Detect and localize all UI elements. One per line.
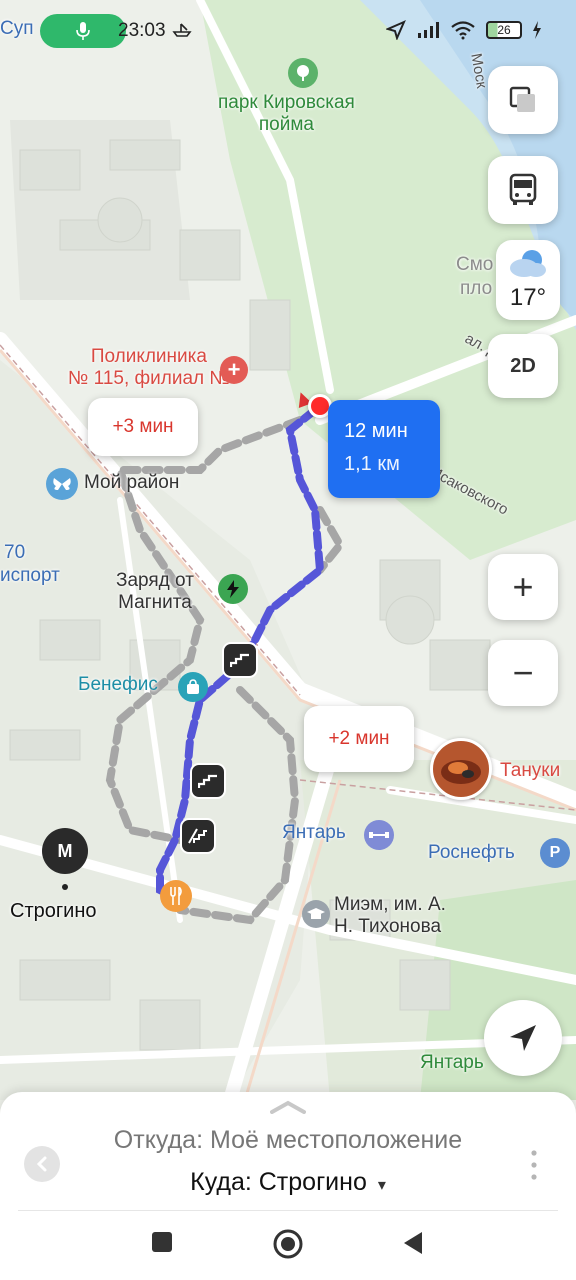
shopping-bag-icon	[178, 672, 208, 702]
route-time: 12 мин	[344, 420, 408, 442]
miem-label: Миэм, им. А. Н. Тихонова	[334, 894, 446, 937]
dumbbell-icon	[364, 820, 394, 850]
alt-route-bubble-1[interactable]: +3 мин	[88, 398, 198, 456]
zoom-out-button[interactable]: −	[488, 640, 558, 706]
more-options-icon[interactable]	[528, 1148, 540, 1182]
view-mode-button[interactable]: 2D	[488, 334, 558, 398]
stairs-icon	[190, 763, 226, 799]
sport-label: испорт	[0, 565, 60, 586]
from-field[interactable]: Откуда: Моё местоположение	[0, 1126, 576, 1155]
back-nav-button[interactable]	[400, 1230, 426, 1256]
weather-temperature: 17°	[509, 284, 547, 311]
status-time: 23:03	[118, 20, 166, 41]
to-field[interactable]: Куда: Строгино ▾	[0, 1168, 576, 1197]
graduation-cap-icon	[302, 900, 330, 928]
charging-icon	[533, 21, 541, 39]
to-label: Куда: Строгино	[190, 1168, 367, 1196]
location-arrow-icon	[386, 20, 406, 40]
sheet-handle-icon[interactable]	[270, 1100, 306, 1114]
mic-indicator[interactable]	[40, 14, 126, 48]
clinic-label: Поликлиника № 115, филиал №	[68, 346, 230, 389]
benefis-label: Бенефис	[78, 674, 158, 695]
weather-widget[interactable]: 17°	[496, 240, 560, 320]
battery-indicator: 26	[486, 21, 522, 39]
num70-label: 70	[4, 542, 26, 563]
rosneft-label: Роснефть	[428, 842, 515, 863]
tanuki-food-photo[interactable]	[430, 738, 492, 800]
medical-cross-icon: +	[220, 356, 248, 384]
yantar-bottom-label: Янтарь	[420, 1052, 484, 1073]
wifi-icon	[451, 21, 475, 40]
park-label: парк Кировская пойма	[218, 92, 355, 135]
alt-route-bubble-2[interactable]: +2 мин	[304, 706, 414, 772]
tanuki-label: Тануки	[500, 760, 561, 781]
restaurant-icon	[160, 880, 192, 912]
layers-icon	[509, 86, 535, 112]
to-caret-icon: ▾	[377, 1177, 386, 1194]
stairs-icon	[222, 642, 258, 678]
ramp-stairs-icon	[180, 818, 216, 854]
layers-button[interactable]	[488, 66, 558, 134]
carrier-fragment: Суп	[0, 18, 34, 39]
metro-icon[interactable]: М	[42, 828, 88, 874]
recent-apps-button[interactable]	[150, 1230, 174, 1254]
route-summary-bubble[interactable]: 12 мин 1,1 км	[328, 400, 440, 498]
charge-label: Заряд от Магнита	[116, 570, 194, 613]
status-icons: 26	[386, 20, 542, 40]
transit-button[interactable]	[488, 156, 558, 224]
zoom-in-button[interactable]: +	[488, 554, 558, 620]
smo-label: Смо	[456, 254, 494, 275]
park-icon	[288, 58, 318, 88]
sheet-divider	[18, 1210, 558, 1211]
yantar-label: Янтарь	[282, 822, 346, 843]
butterfly-icon	[46, 468, 78, 500]
navigation-arrow-icon	[510, 1025, 536, 1051]
home-button[interactable]	[272, 1228, 304, 1260]
lightning-icon	[218, 574, 248, 604]
signal-icon	[418, 22, 439, 38]
microphone-icon	[76, 22, 90, 40]
cloudy-icon	[510, 250, 546, 277]
my-location-button[interactable]	[484, 1000, 562, 1076]
strogino-station-label: Строгино	[10, 900, 97, 922]
bus-icon	[509, 173, 537, 205]
plo-label: пло	[460, 278, 493, 299]
route-distance: 1,1 км	[344, 453, 400, 475]
boat-icon	[172, 23, 192, 37]
metro-dot	[62, 884, 68, 890]
fuel-icon: P	[540, 838, 570, 868]
status-bar: Суп 23:03 26	[0, 0, 576, 62]
my-district-label: Мой район	[84, 472, 180, 493]
